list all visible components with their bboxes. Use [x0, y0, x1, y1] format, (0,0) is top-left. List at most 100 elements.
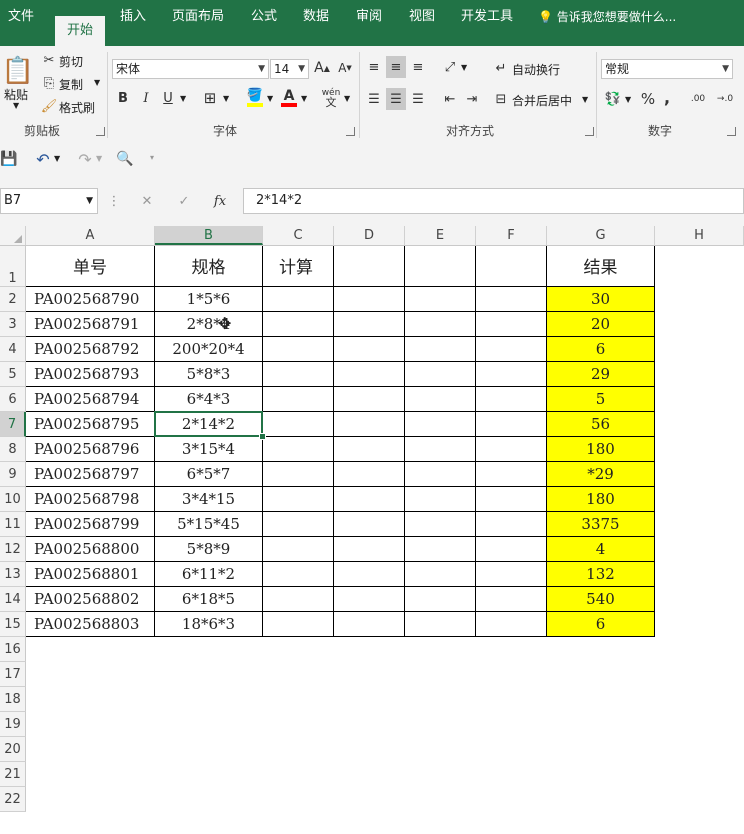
cell-d11[interactable] — [334, 512, 405, 537]
cell-f4[interactable] — [476, 337, 547, 362]
cell-a11[interactable]: PA002568799 — [26, 512, 155, 537]
column-header-h[interactable]: H — [655, 226, 744, 245]
row-header-16[interactable]: 16 — [0, 637, 26, 662]
percent-button[interactable]: % — [638, 88, 658, 110]
cell-g8[interactable]: 180 — [547, 437, 655, 462]
tell-me-box[interactable]: 💡 告诉我您想要做什么... — [538, 0, 688, 46]
customize-qat-icon[interactable]: ▾ — [150, 153, 154, 162]
cell-b4[interactable]: 200*20*4 — [155, 337, 263, 362]
border-dropdown-icon[interactable]: ▼ — [223, 94, 229, 103]
cell-b13[interactable]: 6*11*2 — [155, 562, 263, 587]
number-format-combo[interactable]: 常规 ▼ — [601, 59, 733, 79]
cell-a1[interactable]: 单号 — [26, 246, 155, 287]
cell-c13[interactable] — [263, 562, 334, 587]
cell-c3[interactable] — [263, 312, 334, 337]
undo-icon[interactable]: ↶ — [34, 150, 52, 169]
cell-e8[interactable] — [405, 437, 476, 462]
font-color-icon[interactable]: A — [280, 88, 298, 108]
format-painter-button[interactable]: 格式刷 — [59, 99, 95, 116]
column-header-b[interactable]: B — [155, 226, 263, 245]
tab-formulas[interactable]: 公式 — [244, 0, 284, 46]
cell-g14[interactable]: 540 — [547, 587, 655, 612]
decrease-decimal-icon[interactable]: →.0 — [713, 88, 737, 110]
cell-d12[interactable] — [334, 537, 405, 562]
tab-file[interactable]: 文件 — [0, 0, 42, 46]
cell-g3[interactable]: 20 — [547, 312, 655, 337]
drag-handle-icon[interactable]: ⋮ — [108, 192, 121, 210]
paste-dropdown-icon[interactable]: ▼ — [13, 101, 19, 110]
cell-d3[interactable] — [334, 312, 405, 337]
cell-c5[interactable] — [263, 362, 334, 387]
cell-a2[interactable]: PA002568790 — [26, 287, 155, 312]
cell-f3[interactable] — [476, 312, 547, 337]
cell-b10[interactable]: 3*4*15 — [155, 487, 263, 512]
fill-color-dropdown-icon[interactable]: ▼ — [267, 94, 273, 103]
redo-dropdown-icon[interactable]: ▼ — [96, 154, 102, 163]
cell-e1[interactable] — [405, 246, 476, 287]
cell-e11[interactable] — [405, 512, 476, 537]
cell-d7[interactable] — [334, 412, 405, 437]
undo-dropdown-icon[interactable]: ▼ — [54, 154, 60, 163]
font-size-combo[interactable]: 14 ▼ — [270, 59, 309, 79]
cell-f12[interactable] — [476, 537, 547, 562]
cell-a6[interactable]: PA002568794 — [26, 387, 155, 412]
cell-e2[interactable] — [405, 287, 476, 312]
accounting-dropdown-icon[interactable]: ▼ — [625, 95, 631, 104]
cell-d9[interactable] — [334, 462, 405, 487]
cell-c8[interactable] — [263, 437, 334, 462]
border-icon[interactable]: ⊞ — [201, 88, 219, 108]
cell-b9[interactable]: 6*5*7 — [155, 462, 263, 487]
row-header-15[interactable]: 15 — [0, 612, 26, 637]
cell-e5[interactable] — [405, 362, 476, 387]
cell-c15[interactable] — [263, 612, 334, 637]
cell-d14[interactable] — [334, 587, 405, 612]
row-header-17[interactable]: 17 — [0, 662, 26, 687]
align-left-icon[interactable]: ☰ — [364, 88, 384, 110]
cell-f5[interactable] — [476, 362, 547, 387]
cell-e4[interactable] — [405, 337, 476, 362]
format-painter-icon[interactable]: 🖌 — [41, 98, 58, 114]
cell-g9[interactable]: *29 — [547, 462, 655, 487]
cell-c14[interactable] — [263, 587, 334, 612]
row-header-2[interactable]: 2 — [0, 287, 26, 312]
cell-g15[interactable]: 6 — [547, 612, 655, 637]
cell-f14[interactable] — [476, 587, 547, 612]
merge-dropdown-icon[interactable]: ▼ — [582, 95, 588, 104]
column-header-c[interactable]: C — [263, 226, 334, 245]
shrink-font-icon[interactable]: A ▼ — [336, 58, 354, 78]
grow-font-icon[interactable]: A ▲ — [313, 58, 331, 78]
cell-g6[interactable]: 5 — [547, 387, 655, 412]
row-header-9[interactable]: 9 — [0, 462, 26, 487]
row-header-7[interactable]: 7 — [0, 412, 26, 437]
merge-center-button[interactable]: 合并后居中 — [512, 92, 572, 109]
merge-center-icon[interactable]: ⊟ — [492, 89, 510, 109]
cell-b6[interactable]: 6*4*3 — [155, 387, 263, 412]
cell-e6[interactable] — [405, 387, 476, 412]
cell-a13[interactable]: PA002568801 — [26, 562, 155, 587]
column-header-g[interactable]: G — [547, 226, 655, 245]
redo-icon[interactable]: ↷ — [76, 150, 94, 169]
cell-e7[interactable] — [405, 412, 476, 437]
row-header-10[interactable]: 10 — [0, 487, 26, 512]
tab-insert[interactable]: 插入 — [112, 0, 154, 46]
row-header-13[interactable]: 13 — [0, 562, 26, 587]
copy-button[interactable]: 复制 — [59, 76, 83, 93]
formula-input[interactable]: 2*14*2 — [243, 188, 744, 214]
cell-g4[interactable]: 6 — [547, 337, 655, 362]
row-header-12[interactable]: 12 — [0, 537, 26, 562]
font-color-dropdown-icon[interactable]: ▼ — [301, 94, 307, 103]
cell-e15[interactable] — [405, 612, 476, 637]
phonetic-guide-icon[interactable]: wén 文 — [320, 88, 342, 109]
orientation-icon[interactable]: ⤢ — [440, 56, 460, 78]
cell-c10[interactable] — [263, 487, 334, 512]
cell-c9[interactable] — [263, 462, 334, 487]
save-icon[interactable]: 💾 — [0, 150, 18, 168]
cell-a14[interactable]: PA002568802 — [26, 587, 155, 612]
cell-b2[interactable]: 1*5*6 — [155, 287, 263, 312]
cell-f6[interactable] — [476, 387, 547, 412]
align-right-icon[interactable]: ☰ — [408, 88, 428, 110]
cell-b11[interactable]: 5*15*45 — [155, 512, 263, 537]
cell-d1[interactable] — [334, 246, 405, 287]
cell-a9[interactable]: PA002568797 — [26, 462, 155, 487]
align-center-icon[interactable]: ☰ — [386, 88, 406, 110]
